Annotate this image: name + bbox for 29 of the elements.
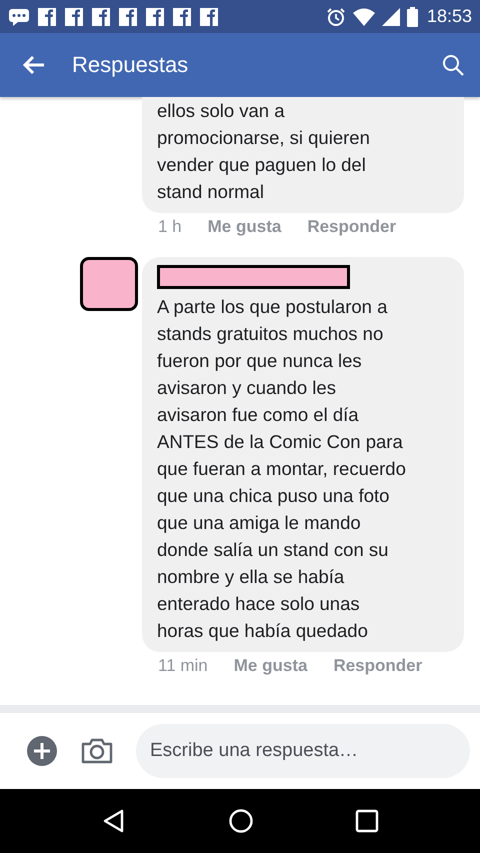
comment-action-link[interactable]: Me gusta bbox=[208, 217, 282, 237]
facebook-f-icon bbox=[172, 6, 192, 26]
comment-action-link[interactable]: Responder bbox=[307, 217, 396, 237]
search-icon[interactable] bbox=[442, 54, 464, 76]
home-icon[interactable] bbox=[228, 808, 254, 834]
status-time: 18:53 bbox=[426, 6, 472, 27]
chat-bubble-icon bbox=[8, 8, 30, 26]
camera-icon[interactable] bbox=[80, 737, 114, 765]
comment-time: 11 min bbox=[158, 656, 208, 676]
recent-apps-icon[interactable] bbox=[355, 809, 380, 833]
reply-input-field[interactable]: Escribe una respuesta… bbox=[136, 724, 470, 778]
facebook-f-icon bbox=[91, 6, 111, 26]
add-icon[interactable] bbox=[26, 735, 58, 767]
signal-icon bbox=[382, 8, 400, 26]
facebook-f-icon bbox=[64, 6, 84, 26]
comment-time: 1 h bbox=[158, 217, 182, 237]
comment-text: A parte los que postularon a stands gratuitos muchos no fueron por que nunca les avisaron y cuando les avisaron fue como el día ANTES de la Comic Con para que fueran a montar, recuerdo que una chica puso una foto que una amiga le mando donde salía un stand con su nombre y ella se había enterado hace solo unas horas que había quedado bbox=[157, 295, 407, 643]
battery-icon bbox=[406, 6, 418, 26]
facebook-f-icon bbox=[118, 6, 138, 26]
header-title: Respuestas bbox=[72, 52, 190, 78]
wifi-icon bbox=[352, 8, 375, 26]
facebook-f-icon bbox=[145, 6, 165, 26]
alarm-icon bbox=[326, 6, 346, 26]
comment-action-link[interactable]: Me gusta bbox=[234, 656, 308, 676]
comment-action-link[interactable]: Responder bbox=[333, 656, 422, 676]
facebook-f-icon bbox=[199, 6, 219, 26]
comment-text: ellos solo van a promocionarse, si quieren vender que paguen lo del stand normal bbox=[157, 99, 371, 204]
facebook-f-icon bbox=[37, 6, 57, 26]
back-arrow-icon[interactable] bbox=[22, 55, 46, 75]
